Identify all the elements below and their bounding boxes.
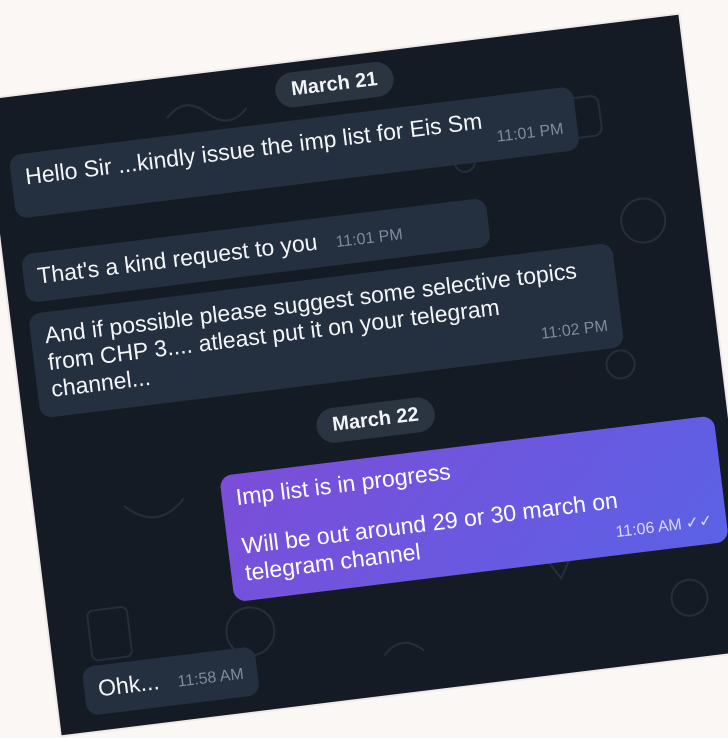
date-separator: March 21 [273,60,396,110]
message-time: 11:58 AM [176,665,245,691]
chat-screenshot: March 21 Hello Sir ...kindly issue the i… [0,14,728,736]
double-check-icon: ✓✓ [684,512,714,533]
message-time: 11:01 PM [495,120,565,146]
message-time: 11:06 AM [614,516,683,542]
incoming-message[interactable]: Ohk... 11:58 AM [81,646,261,717]
message-time-wrap: 11:06 AM ✓✓ [615,513,714,544]
outgoing-message[interactable]: Imp list is in progress Will be out arou… [219,415,728,603]
message-time: 11:01 PM [334,226,404,252]
message-text: Hello Sir ...kindly issue the imp list f… [23,107,484,190]
chat-messages[interactable]: March 21 Hello Sir ...kindly issue the i… [0,15,728,736]
message-text: Ohk... [96,668,161,702]
date-separator: March 22 [314,395,437,445]
message-text: That's a kind request to you [35,228,319,289]
message-time: 11:02 PM [540,317,609,344]
